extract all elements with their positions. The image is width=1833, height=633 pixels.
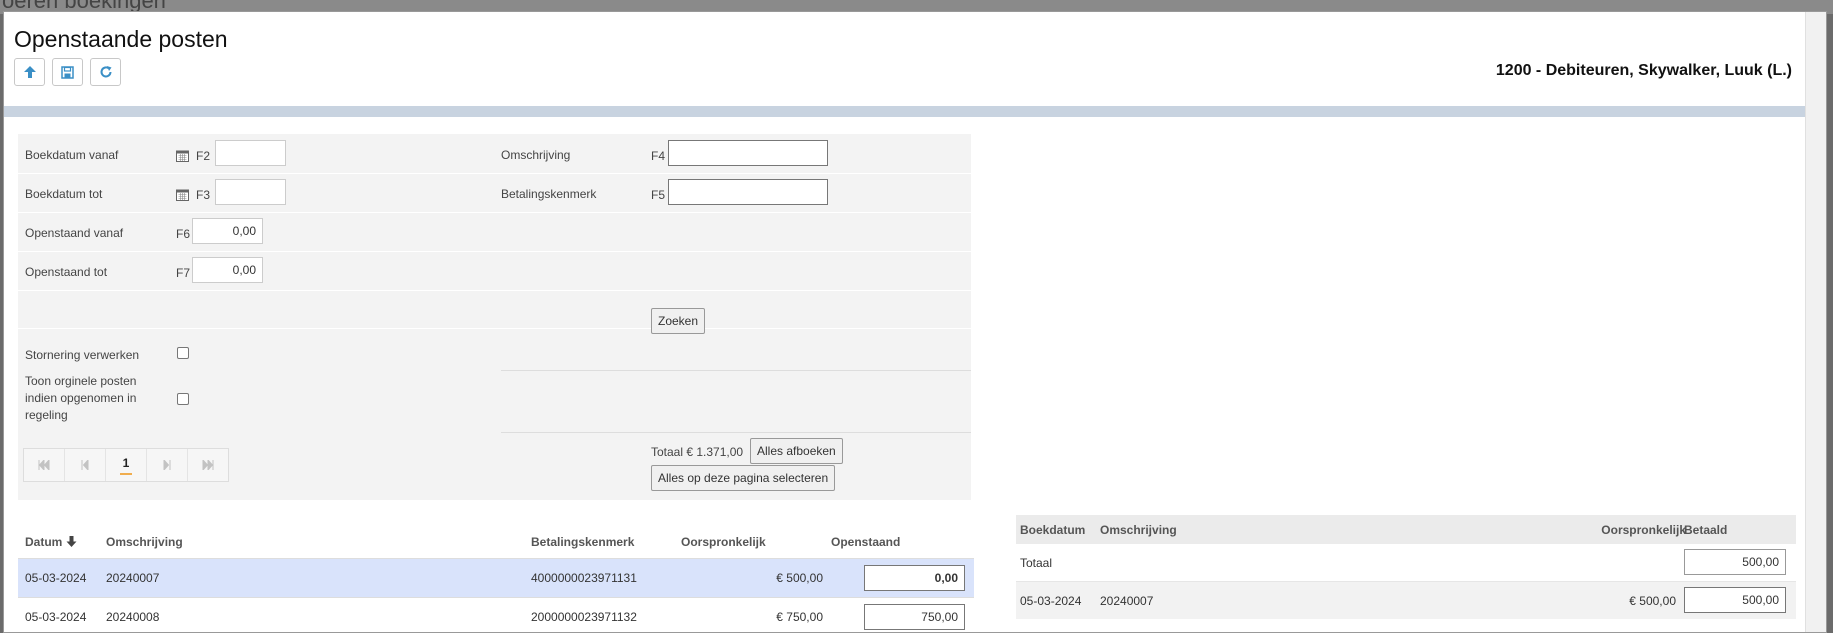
last-page-button[interactable] (188, 449, 228, 481)
toon-checkbox[interactable] (177, 393, 189, 405)
totaal-betaald-input[interactable] (1684, 549, 1786, 575)
filter-panel: Boekdatum vanaf F2 Boekdatum tot F3 Open… (18, 134, 971, 500)
save-button[interactable] (52, 58, 83, 86)
header-omschrijving[interactable]: Omschrijving (1100, 523, 1177, 537)
page-number-button[interactable]: 1 (106, 449, 147, 481)
filter-row-1 (18, 134, 971, 174)
f6-key: F6 (176, 227, 191, 241)
boekdatum-vanaf-label: Boekdatum vanaf (25, 148, 119, 162)
cell-oorspronkelijk: € 500,00 (1629, 594, 1676, 608)
boekdatum-vanaf-input[interactable] (215, 140, 286, 166)
boekdatum-tot-input[interactable] (215, 179, 286, 205)
open-items-dialog: Openstaande posten 1200 - Debiteuren, Sk… (3, 11, 1827, 633)
toon-label: Toon orginele posten indien opgenomen in… (25, 373, 165, 424)
betaald-input[interactable] (1684, 587, 1786, 613)
page-indicator (120, 472, 132, 475)
openstaand-tot-label: Openstaand tot (25, 265, 108, 279)
toon-label-line: Toon orginele posten (25, 374, 137, 388)
cell-kenmerk: 2000000023971132 (531, 610, 637, 624)
f5-key: F5 (651, 188, 666, 202)
cell-datum: 05-03-2024 (25, 610, 87, 624)
header-datum-label: Datum (25, 535, 63, 549)
next-page-button[interactable] (147, 449, 188, 481)
stornering-label: Stornering verwerken (25, 348, 140, 362)
table-row[interactable]: 05-03-2024 20240007 € 500,00 (1016, 582, 1796, 619)
cell-oorspronkelijk: € 500,00 (776, 571, 823, 585)
next-page-icon (163, 460, 171, 470)
filter-row-2 (18, 173, 971, 213)
left-table-header: Datum Omschrijving Betalingskenmerk Oors… (18, 522, 974, 559)
openstaand-vanaf-input[interactable] (192, 218, 263, 244)
page-number: 1 (122, 455, 130, 470)
filter-row-3 (18, 212, 971, 252)
header-betaald[interactable]: Betaald (1684, 523, 1727, 537)
omschrijving-input[interactable] (668, 140, 828, 166)
first-page-icon (38, 460, 50, 470)
totaal-label: Totaal (1020, 556, 1053, 570)
refresh-button[interactable] (90, 58, 121, 86)
table-row[interactable]: 05-03-2024 20240008 2000000023971132 € 7… (18, 598, 974, 632)
f2-key: F2 (196, 149, 211, 163)
divider (501, 432, 971, 433)
openstaand-input[interactable] (864, 565, 965, 591)
prev-page-button[interactable] (65, 449, 106, 481)
openstaand-tot-input[interactable] (192, 257, 263, 283)
pagination: 1 (23, 448, 229, 482)
calendar-icon[interactable] (176, 188, 189, 201)
filter-row-5 (18, 290, 971, 329)
alles-afboeken-button[interactable]: Alles afboeken (750, 438, 843, 464)
f7-key: F7 (176, 266, 191, 280)
boekdatum-tot-label: Boekdatum tot (25, 187, 103, 201)
zoeken-button[interactable]: Zoeken (651, 308, 706, 334)
toolbar (14, 58, 121, 86)
header-datum[interactable]: Datum (25, 535, 77, 549)
header-betalingskenmerk[interactable]: Betalingskenmerk (531, 535, 634, 549)
omschrijving-label: Omschrijving (501, 148, 571, 162)
header-omschrijving[interactable]: Omschrijving (106, 535, 183, 549)
page-title: Openstaande posten (14, 26, 228, 52)
openstaand-vanaf-label: Openstaand vanaf (25, 226, 124, 240)
cell-omschrijving: 20240007 (1100, 594, 1154, 608)
first-page-button[interactable] (24, 449, 65, 481)
arrow-up-icon (23, 66, 36, 78)
last-page-icon (202, 460, 214, 470)
table-row[interactable]: 05-03-2024 20240007 4000000023971131 € 5… (18, 559, 974, 598)
vertical-scrollbar[interactable] (1805, 12, 1826, 632)
stornering-checkbox[interactable] (177, 347, 189, 359)
refresh-icon (100, 66, 111, 78)
prev-page-icon (81, 460, 89, 470)
f3-key: F3 (196, 188, 211, 202)
toon-label-line: indien opgenomen in (25, 391, 137, 405)
toon-label-line: regeling (25, 408, 68, 422)
divider-bar (4, 106, 1807, 117)
filter-row-4 (18, 251, 971, 291)
save-icon (61, 65, 74, 79)
header-oorspronkelijk[interactable]: Oorspronkelijk (1586, 523, 1686, 537)
cell-oorspronkelijk: € 750,00 (776, 610, 823, 624)
cell-omschrijving: 20240008 (106, 610, 160, 624)
divider (501, 370, 971, 371)
cell-boekdatum: 05-03-2024 (1020, 594, 1082, 608)
account-name: 1200 - Debiteuren, Skywalker, Luuk (L.) (1495, 62, 1792, 79)
header-oorspronkelijk[interactable]: Oorspronkelijk (681, 535, 766, 549)
openstaand-input[interactable] (864, 604, 965, 630)
calendar-icon[interactable] (176, 149, 189, 162)
betalingskenmerk-label: Betalingskenmerk (501, 187, 597, 201)
cell-datum: 05-03-2024 (25, 571, 87, 585)
cell-omschrijving: 20240007 (106, 571, 160, 585)
f4-key: F4 (651, 149, 666, 163)
arrow-up-button[interactable] (14, 58, 45, 86)
header-openstaand[interactable]: Openstaand (831, 535, 900, 549)
totaal-text: Totaal € 1.371,00 (651, 445, 744, 459)
sort-down-icon (66, 536, 77, 547)
right-table-header: Boekdatum Omschrijving Oorspronkelijk Be… (1016, 515, 1796, 544)
totaal-row: Totaal (1016, 544, 1796, 582)
cell-kenmerk: 4000000023971131 (531, 571, 637, 585)
betalingskenmerk-input[interactable] (668, 179, 828, 205)
alles-selecteren-button[interactable]: Alles op deze pagina selecteren (651, 465, 836, 491)
header-boekdatum[interactable]: Boekdatum (1020, 523, 1085, 537)
